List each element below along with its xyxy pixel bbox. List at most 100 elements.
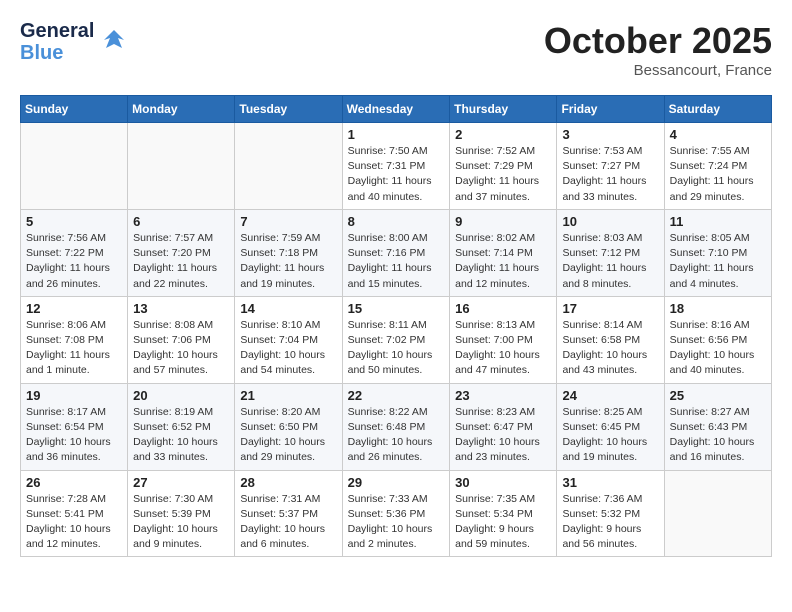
table-row: 12 Sunrise: 8:06 AM Sunset: 7:08 PM Dayli… bbox=[21, 296, 128, 383]
table-row: 15Sunrise: 8:11 AM Sunset: 7:02 PM Dayli… bbox=[342, 296, 450, 383]
day-info: Sunrise: 8:20 AM Sunset: 6:50 PM Dayligh… bbox=[240, 405, 336, 466]
header-tuesday: Tuesday bbox=[235, 96, 342, 123]
calendar-week-2: 5 Sunrise: 7:56 AM Sunset: 7:22 PM Daylig… bbox=[21, 209, 772, 296]
day-info: Sunrise: 7:31 AM Sunset: 5:37 PM Dayligh… bbox=[240, 492, 336, 553]
day-info: Sunrise: 7:53 AM Sunset: 7:27 PM Dayligh… bbox=[562, 144, 658, 205]
title-block: October 2025 Bessancourt, France bbox=[544, 20, 772, 79]
day-number: 23 bbox=[455, 388, 551, 403]
table-row: 23 Sunrise: 8:23 AM Sunset: 6:47 PM Dayli… bbox=[450, 383, 557, 470]
table-row: 26 Sunrise: 7:28 AM Sunset: 5:41 PM Dayli… bbox=[21, 470, 128, 557]
table-row: 27Sunrise: 7:30 AM Sunset: 5:39 PM Dayli… bbox=[128, 470, 235, 557]
day-info: Sunrise: 7:33 AM Sunset: 5:36 PM Dayligh… bbox=[348, 492, 445, 553]
day-number: 9 bbox=[455, 214, 551, 229]
day-info: Sunrise: 8:00 AM Sunset: 7:16 PM Dayligh… bbox=[348, 231, 445, 292]
table-row: 17 Sunrise: 8:14 AM Sunset: 6:58 PM Dayli… bbox=[557, 296, 664, 383]
day-number: 30 bbox=[455, 475, 551, 490]
table-row: 3Sunrise: 7:53 AM Sunset: 7:27 PM Daylig… bbox=[557, 123, 664, 210]
table-row: 21Sunrise: 8:20 AM Sunset: 6:50 PM Dayli… bbox=[235, 383, 342, 470]
day-number: 2 bbox=[455, 127, 551, 142]
day-info: Sunrise: 7:50 AM Sunset: 7:31 PM Dayligh… bbox=[348, 144, 445, 205]
header-sunday: Sunday bbox=[21, 96, 128, 123]
day-number: 27 bbox=[133, 475, 229, 490]
day-info: Sunrise: 7:56 AM Sunset: 7:22 PM Dayligh… bbox=[26, 231, 122, 292]
calendar-week-1: 1 Sunrise: 7:50 AM Sunset: 7:31 PM Daylig… bbox=[21, 123, 772, 210]
day-number: 12 bbox=[26, 301, 122, 316]
header-thursday: Thursday bbox=[450, 96, 557, 123]
calendar-header-row: Sunday Monday Tuesday Wednesday Thursday… bbox=[21, 96, 772, 123]
day-info: Sunrise: 8:25 AM Sunset: 6:45 PM Dayligh… bbox=[562, 405, 658, 466]
day-info: Sunrise: 8:10 AM Sunset: 7:04 PM Dayligh… bbox=[240, 318, 336, 379]
table-row: 10Sunrise: 8:03 AM Sunset: 7:12 PM Dayli… bbox=[557, 209, 664, 296]
table-row: 4 Sunrise: 7:55 AM Sunset: 7:24 PM Daylig… bbox=[664, 123, 771, 210]
day-number: 6 bbox=[133, 214, 229, 229]
day-number: 11 bbox=[670, 214, 766, 229]
day-number: 16 bbox=[455, 301, 551, 316]
table-row: 20Sunrise: 8:19 AM Sunset: 6:52 PM Dayli… bbox=[128, 383, 235, 470]
table-row bbox=[128, 123, 235, 210]
table-row: 11 Sunrise: 8:05 AM Sunset: 7:10 PM Dayli… bbox=[664, 209, 771, 296]
header-monday: Monday bbox=[128, 96, 235, 123]
table-row: 30Sunrise: 7:35 AM Sunset: 5:34 PM Dayli… bbox=[450, 470, 557, 557]
day-info: Sunrise: 7:55 AM Sunset: 7:24 PM Dayligh… bbox=[670, 144, 766, 205]
day-number: 29 bbox=[348, 475, 445, 490]
day-info: Sunrise: 8:08 AM Sunset: 7:06 PM Dayligh… bbox=[133, 318, 229, 379]
table-row: 18 Sunrise: 8:16 AM Sunset: 6:56 PM Dayli… bbox=[664, 296, 771, 383]
day-number: 31 bbox=[562, 475, 658, 490]
day-info: Sunrise: 8:03 AM Sunset: 7:12 PM Dayligh… bbox=[562, 231, 658, 292]
table-row: 8 Sunrise: 8:00 AM Sunset: 7:16 PM Daylig… bbox=[342, 209, 450, 296]
day-info: Sunrise: 8:16 AM Sunset: 6:56 PM Dayligh… bbox=[670, 318, 766, 379]
day-info: Sunrise: 7:36 AM Sunset: 5:32 PM Dayligh… bbox=[562, 492, 658, 553]
header-saturday: Saturday bbox=[664, 96, 771, 123]
logo-icon bbox=[100, 26, 128, 59]
day-info: Sunrise: 8:14 AM Sunset: 6:58 PM Dayligh… bbox=[562, 318, 658, 379]
table-row bbox=[664, 470, 771, 557]
day-number: 7 bbox=[240, 214, 336, 229]
day-number: 24 bbox=[562, 388, 658, 403]
day-number: 1 bbox=[348, 127, 445, 142]
day-info: Sunrise: 7:57 AM Sunset: 7:20 PM Dayligh… bbox=[133, 231, 229, 292]
day-info: Sunrise: 8:13 AM Sunset: 7:00 PM Dayligh… bbox=[455, 318, 551, 379]
calendar-week-5: 26 Sunrise: 7:28 AM Sunset: 5:41 PM Dayli… bbox=[21, 470, 772, 557]
day-number: 26 bbox=[26, 475, 122, 490]
day-number: 8 bbox=[348, 214, 445, 229]
table-row: 25 Sunrise: 8:27 AM Sunset: 6:43 PM Dayli… bbox=[664, 383, 771, 470]
table-row: 7Sunrise: 7:59 AM Sunset: 7:18 PM Daylig… bbox=[235, 209, 342, 296]
day-number: 25 bbox=[670, 388, 766, 403]
table-row: 6 Sunrise: 7:57 AM Sunset: 7:20 PM Daylig… bbox=[128, 209, 235, 296]
day-info: Sunrise: 7:28 AM Sunset: 5:41 PM Dayligh… bbox=[26, 492, 122, 553]
day-number: 13 bbox=[133, 301, 229, 316]
day-number: 19 bbox=[26, 388, 122, 403]
day-number: 18 bbox=[670, 301, 766, 316]
day-number: 4 bbox=[670, 127, 766, 142]
day-info: Sunrise: 8:05 AM Sunset: 7:10 PM Dayligh… bbox=[670, 231, 766, 292]
day-number: 14 bbox=[240, 301, 336, 316]
day-number: 22 bbox=[348, 388, 445, 403]
table-row: 1 Sunrise: 7:50 AM Sunset: 7:31 PM Daylig… bbox=[342, 123, 450, 210]
table-row: 28 Sunrise: 7:31 AM Sunset: 5:37 PM Dayli… bbox=[235, 470, 342, 557]
table-row: 16 Sunrise: 8:13 AM Sunset: 7:00 PM Dayli… bbox=[450, 296, 557, 383]
calendar-week-3: 12 Sunrise: 8:06 AM Sunset: 7:08 PM Dayli… bbox=[21, 296, 772, 383]
day-info: Sunrise: 8:27 AM Sunset: 6:43 PM Dayligh… bbox=[670, 405, 766, 466]
calendar-table: Sunday Monday Tuesday Wednesday Thursday… bbox=[20, 95, 772, 557]
day-info: Sunrise: 8:19 AM Sunset: 6:52 PM Dayligh… bbox=[133, 405, 229, 466]
day-info: Sunrise: 8:11 AM Sunset: 7:02 PM Dayligh… bbox=[348, 318, 445, 379]
logo-blue: Blue bbox=[20, 42, 94, 64]
month-title: October 2025 bbox=[544, 20, 772, 62]
calendar-week-4: 19Sunrise: 8:17 AM Sunset: 6:54 PM Dayli… bbox=[21, 383, 772, 470]
day-info: Sunrise: 8:22 AM Sunset: 6:48 PM Dayligh… bbox=[348, 405, 445, 466]
page-header: General Blue October 2025 Bessancourt, F… bbox=[20, 20, 772, 79]
day-info: Sunrise: 8:02 AM Sunset: 7:14 PM Dayligh… bbox=[455, 231, 551, 292]
table-row: 24 Sunrise: 8:25 AM Sunset: 6:45 PM Dayli… bbox=[557, 383, 664, 470]
day-number: 17 bbox=[562, 301, 658, 316]
header-friday: Friday bbox=[557, 96, 664, 123]
day-number: 28 bbox=[240, 475, 336, 490]
table-row bbox=[21, 123, 128, 210]
day-info: Sunrise: 7:52 AM Sunset: 7:29 PM Dayligh… bbox=[455, 144, 551, 205]
day-info: Sunrise: 8:06 AM Sunset: 7:08 PM Dayligh… bbox=[26, 318, 122, 379]
table-row: 14 Sunrise: 8:10 AM Sunset: 7:04 PM Dayli… bbox=[235, 296, 342, 383]
day-number: 5 bbox=[26, 214, 122, 229]
table-row: 2 Sunrise: 7:52 AM Sunset: 7:29 PM Daylig… bbox=[450, 123, 557, 210]
table-row: 29 Sunrise: 7:33 AM Sunset: 5:36 PM Dayli… bbox=[342, 470, 450, 557]
day-info: Sunrise: 8:23 AM Sunset: 6:47 PM Dayligh… bbox=[455, 405, 551, 466]
logo: General Blue bbox=[20, 20, 128, 64]
